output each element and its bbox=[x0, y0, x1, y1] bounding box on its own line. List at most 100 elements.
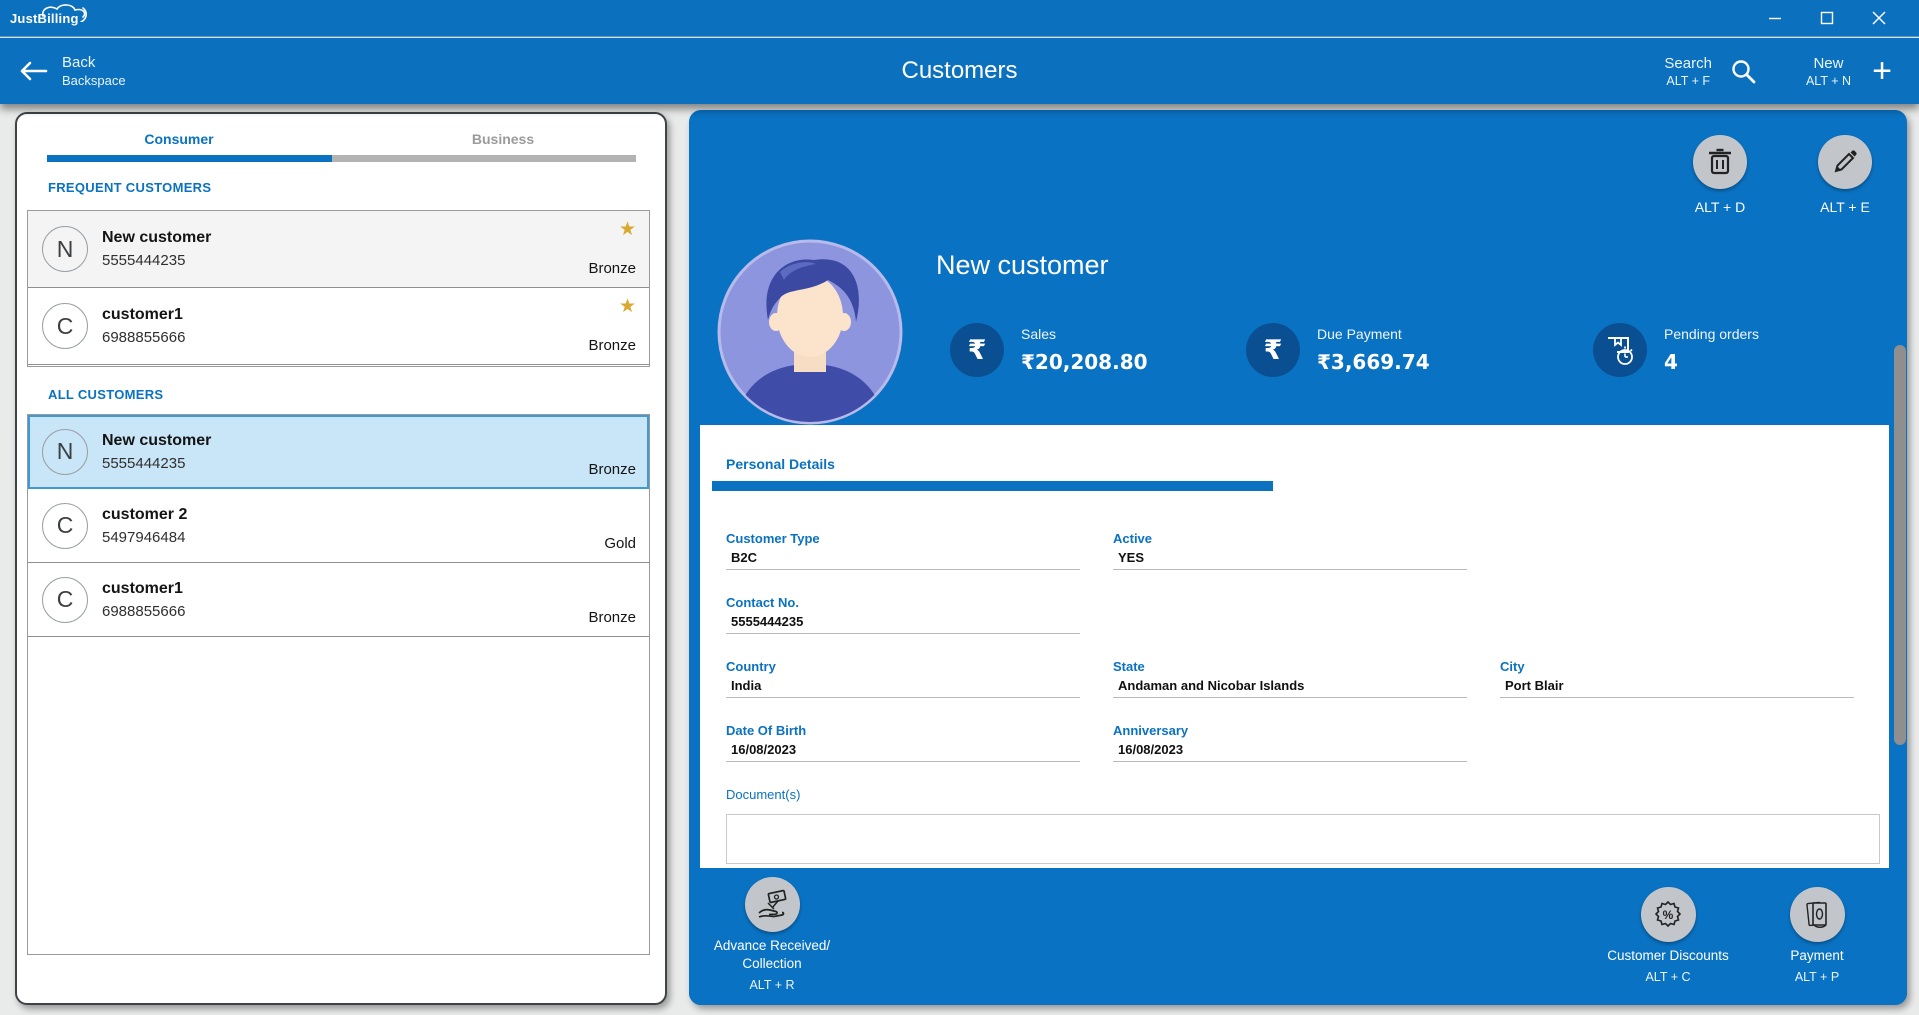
tier-badge: Bronze bbox=[588, 461, 636, 478]
stat-label: Sales bbox=[1021, 326, 1148, 342]
edit-shortcut: ALT + E bbox=[1808, 199, 1882, 215]
list-item[interactable]: C customer1 6988855666 ★ Bronze bbox=[28, 288, 649, 365]
payment-button[interactable]: Payment ALT + P bbox=[1737, 887, 1897, 984]
avatar: N bbox=[42, 226, 88, 272]
customer-avatar-illustration bbox=[716, 238, 904, 426]
customer-discounts-button[interactable]: % Customer Discounts ALT + C bbox=[1578, 887, 1758, 984]
field-state: State Andaman and Nicobar Islands bbox=[1113, 659, 1467, 698]
avatar: C bbox=[42, 303, 88, 349]
search-shortcut: ALT + F bbox=[1664, 73, 1712, 89]
tier-badge: Gold bbox=[604, 535, 636, 552]
footer-action-label: Advance Received/ bbox=[692, 938, 852, 954]
maximize-button[interactable] bbox=[1801, 3, 1853, 33]
edit-customer-button[interactable]: ALT + E bbox=[1808, 135, 1882, 215]
app-header: Back Backspace Customers Search ALT + F … bbox=[0, 38, 1919, 104]
documents-dropzone[interactable] bbox=[726, 814, 1880, 864]
new-shortcut: ALT + N bbox=[1806, 73, 1851, 89]
all-customers-list: N New customer 5555444235 Bronze C custo… bbox=[27, 414, 650, 955]
tab-consumer[interactable]: Consumer bbox=[17, 131, 341, 147]
customer-name: customer1 bbox=[102, 580, 185, 598]
footer-action-label: Payment bbox=[1737, 948, 1897, 964]
field-date-of-birth: Date Of Birth 16/08/2023 bbox=[726, 723, 1080, 762]
footer-action-label: Collection bbox=[692, 956, 852, 972]
customer-name: New customer bbox=[102, 229, 211, 247]
customer-phone: 6988855666 bbox=[102, 603, 185, 620]
star-icon: ★ bbox=[619, 295, 636, 318]
star-icon: ★ bbox=[619, 218, 636, 241]
list-item-selected[interactable]: N New customer 5555444235 Bronze bbox=[28, 415, 649, 489]
detail-scrollbar[interactable] bbox=[1894, 345, 1906, 745]
tier-badge: Bronze bbox=[588, 337, 636, 354]
stat-value: 4 bbox=[1664, 350, 1759, 374]
delete-shortcut: ALT + D bbox=[1683, 199, 1757, 215]
personal-details-underline bbox=[712, 481, 1273, 491]
footer-action-shortcut: ALT + P bbox=[1737, 970, 1897, 984]
stat-pending-orders: Pending orders 4 bbox=[1593, 323, 1759, 377]
customer-type-tabs: Consumer Business bbox=[17, 114, 665, 164]
customer-phone: 5555444235 bbox=[102, 455, 211, 472]
documents-label: Document(s) bbox=[726, 787, 1889, 802]
close-icon bbox=[1872, 11, 1886, 25]
personal-details-panel: Personal Details Customer Type B2C Activ… bbox=[700, 425, 1889, 882]
stat-sales: ₹ Sales ₹20,208.80 bbox=[950, 323, 1148, 377]
delete-customer-button[interactable]: ALT + D bbox=[1683, 135, 1757, 215]
customer-detail-panel: ALT + D ALT + E bbox=[689, 110, 1907, 1005]
customer-phone: 5555444235 bbox=[102, 252, 211, 269]
section-heading-all: ALL CUSTOMERS bbox=[48, 387, 163, 402]
maximize-icon bbox=[1820, 11, 1834, 25]
close-button[interactable] bbox=[1853, 3, 1905, 33]
footer-action-shortcut: ALT + R bbox=[692, 978, 852, 992]
search-button[interactable] bbox=[1726, 54, 1760, 88]
advance-received-icon bbox=[756, 889, 788, 921]
window-titlebar: JustBilling bbox=[0, 0, 1919, 37]
footer-action-shortcut: ALT + C bbox=[1578, 970, 1758, 984]
tier-badge: Bronze bbox=[588, 260, 636, 277]
stat-due-payment: ₹ Due Payment ₹3,669.74 bbox=[1246, 323, 1430, 377]
frequent-customers-list: N New customer 5555444235 ★ Bronze C cus… bbox=[27, 210, 650, 367]
page-title: Customers bbox=[0, 57, 1919, 85]
customer-phone: 5497946484 bbox=[102, 529, 187, 546]
plus-icon: + bbox=[1872, 56, 1892, 86]
customer-name: customer 2 bbox=[102, 506, 187, 524]
search-label: Search bbox=[1664, 54, 1712, 73]
payment-icon bbox=[1801, 899, 1833, 931]
field-customer-type: Customer Type B2C bbox=[726, 531, 1080, 570]
field-city: City Port Blair bbox=[1500, 659, 1854, 698]
search-icon bbox=[1730, 58, 1756, 84]
avatar: C bbox=[42, 503, 88, 549]
discount-icon: % bbox=[1652, 899, 1684, 931]
field-active: Active YES bbox=[1113, 531, 1467, 570]
list-item[interactable]: N New customer 5555444235 ★ Bronze bbox=[28, 211, 649, 288]
field-country: Country India bbox=[726, 659, 1080, 698]
detail-footer-bar: Advance Received/ Collection ALT + R % C… bbox=[689, 868, 1907, 1005]
detail-customer-name: New customer bbox=[936, 250, 1109, 281]
app-window: JustBilling Back Backspace bbox=[0, 0, 1919, 1015]
tab-personal-details[interactable]: Personal Details bbox=[726, 456, 1889, 472]
tab-underline bbox=[47, 155, 636, 162]
minimize-icon bbox=[1768, 11, 1782, 25]
customer-name: customer1 bbox=[102, 306, 185, 324]
advance-received-button[interactable]: Advance Received/ Collection ALT + R bbox=[692, 877, 852, 992]
customer-list-panel: Consumer Business FREQUENT CUSTOMERS N N… bbox=[15, 112, 667, 1005]
footer-action-label: Customer Discounts bbox=[1578, 948, 1758, 964]
justbilling-logo: JustBilling bbox=[10, 11, 93, 26]
svg-text:%: % bbox=[1663, 908, 1674, 922]
list-item[interactable]: C customer 2 5497946484 Gold bbox=[28, 489, 649, 563]
pending-orders-icon bbox=[1593, 323, 1647, 377]
fields-grid: Customer Type B2C Active YES Contact No.… bbox=[726, 531, 1889, 762]
new-label: New bbox=[1806, 54, 1851, 73]
avatar: C bbox=[42, 577, 88, 623]
new-button[interactable]: + bbox=[1865, 54, 1899, 88]
stat-value: ₹3,669.74 bbox=[1317, 350, 1430, 374]
minimize-button[interactable] bbox=[1749, 3, 1801, 33]
field-anniversary: Anniversary 16/08/2023 bbox=[1113, 723, 1467, 762]
new-label-block: New ALT + N bbox=[1806, 54, 1851, 89]
section-heading-frequent: FREQUENT CUSTOMERS bbox=[48, 180, 211, 195]
customer-phone: 6988855666 bbox=[102, 329, 185, 346]
stat-label: Pending orders bbox=[1664, 326, 1759, 342]
search-label-block: Search ALT + F bbox=[1664, 54, 1712, 89]
stat-label: Due Payment bbox=[1317, 326, 1430, 342]
tab-business[interactable]: Business bbox=[341, 131, 665, 147]
field-contact-no: Contact No. 5555444235 bbox=[726, 595, 1080, 634]
list-item[interactable]: C customer1 6988855666 Bronze bbox=[28, 563, 649, 637]
